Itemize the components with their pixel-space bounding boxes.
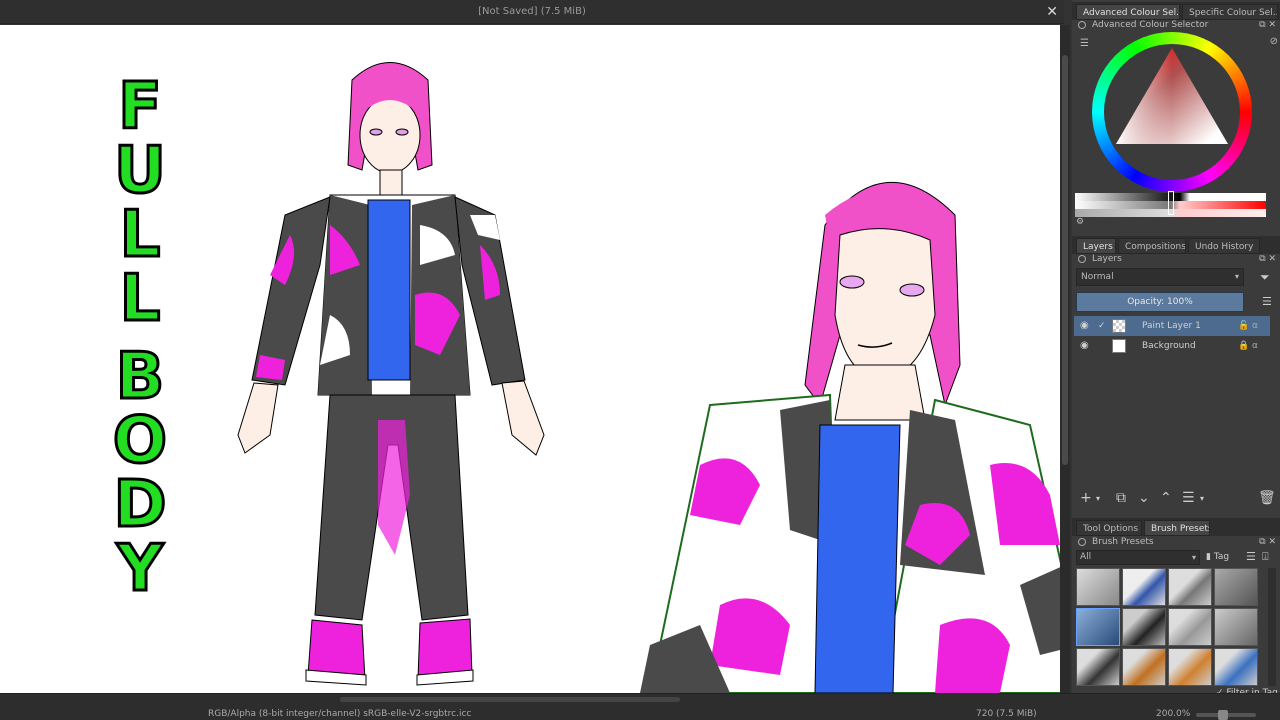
visibility-eye-icon[interactable]: ◉ bbox=[1080, 336, 1089, 356]
lock-icon[interactable]: 🔒 bbox=[1238, 336, 1249, 356]
checkmark-icon[interactable]: ✓ bbox=[1098, 316, 1106, 336]
tag-icon: ▮ bbox=[1206, 552, 1211, 562]
color-profile-info[interactable]: RGB/Alpha (8-bit integer/channel) sRGB-e… bbox=[208, 709, 471, 719]
layer-properties-icon[interactable]: ☰ bbox=[1182, 490, 1195, 506]
brush-preset-chalk[interactable] bbox=[1168, 648, 1212, 686]
colour-menu-icon[interactable]: ☰ bbox=[1080, 38, 1089, 49]
filter-icon[interactable]: ⏷ bbox=[1260, 270, 1270, 285]
character-artwork bbox=[237, 62, 1060, 693]
opacity-slider[interactable]: Opacity: 100% bbox=[1076, 292, 1244, 312]
blend-mode-value: Normal bbox=[1081, 272, 1114, 282]
brush-panel-header: Brush Presets ⧉ ✕ bbox=[1072, 535, 1280, 549]
brush-preset-marker[interactable] bbox=[1122, 568, 1166, 606]
tab-brush-presets[interactable]: Brush Presets bbox=[1144, 520, 1210, 536]
layer-name[interactable]: Background bbox=[1142, 336, 1196, 356]
brush-preset-fineliner[interactable] bbox=[1076, 648, 1120, 686]
move-up-icon[interactable]: ⌃ bbox=[1160, 490, 1172, 506]
layers-panel-header: Layers ⧉ ✕ bbox=[1072, 252, 1280, 266]
layer-thumbnail bbox=[1112, 319, 1126, 333]
panel-float-close-icons[interactable]: ⧉ ✕ bbox=[1259, 252, 1276, 266]
import-brush-icon[interactable]: ⍗ bbox=[1262, 550, 1269, 564]
brush-filter-value: All bbox=[1080, 552, 1092, 562]
document-title-bar: [Not Saved] (7.5 MiB) ✕ bbox=[0, 0, 1064, 24]
chevron-down-icon[interactable]: ▾ bbox=[1200, 494, 1204, 503]
brush-preset-pencil[interactable] bbox=[1168, 608, 1212, 646]
drawing-canvas[interactable]: F U L L B O D Y bbox=[0, 25, 1060, 693]
chevron-down-icon[interactable]: ▾ bbox=[1096, 494, 1100, 503]
document-title: [Not Saved] (7.5 MiB) bbox=[478, 6, 586, 17]
layer-row-paint-layer-1[interactable]: ◉ ✓ Paint Layer 1 🔓 α bbox=[1074, 316, 1270, 336]
panel-settings-icon[interactable] bbox=[1078, 538, 1086, 546]
tool-brush-tabbar: Tool Options Brush Presets bbox=[1072, 518, 1280, 536]
zoom-level[interactable]: 200.0% bbox=[1156, 709, 1190, 719]
status-bar: RGB/Alpha (8-bit integer/channel) sRGB-e… bbox=[0, 693, 1280, 720]
close-document-icon[interactable]: ✕ bbox=[1046, 0, 1058, 24]
brush-preset-eraser[interactable] bbox=[1076, 568, 1120, 606]
layer-row-background[interactable]: ◉ Background 🔒 α bbox=[1074, 336, 1270, 356]
zoom-slider[interactable] bbox=[1196, 710, 1256, 720]
closeup-figure bbox=[640, 182, 1060, 693]
canvas-horizontal-scrollbar[interactable] bbox=[340, 697, 680, 702]
brush-preset-blue-pen[interactable] bbox=[1214, 648, 1258, 686]
panel-float-close-icons[interactable]: ⧉ ✕ bbox=[1259, 18, 1276, 32]
right-dock: Advanced Colour Sel... Specific Colour S… bbox=[1072, 0, 1280, 698]
tab-tool-options[interactable]: Tool Options bbox=[1076, 520, 1142, 536]
chevron-down-icon: ▾ bbox=[1234, 272, 1239, 281]
delete-layer-icon[interactable]: 🗑 bbox=[1258, 490, 1276, 506]
duplicate-layer-icon[interactable]: ⧉ bbox=[1116, 490, 1126, 506]
panel-settings-icon[interactable] bbox=[1078, 21, 1086, 29]
brush-panel-title: Brush Presets bbox=[1092, 537, 1154, 547]
layer-thumbnail bbox=[1112, 339, 1126, 353]
zoom-slider-knob[interactable] bbox=[1218, 710, 1228, 720]
image-size-info: 720 (7.5 MiB) bbox=[976, 709, 1037, 719]
krita-window: [Not Saved] (7.5 MiB) ✕ F U L L B O D Y bbox=[0, 0, 1280, 720]
view-menu-icon[interactable]: ☰ bbox=[1246, 550, 1256, 563]
brush-filter-select[interactable]: All ▾ bbox=[1076, 550, 1200, 565]
full-body-figure bbox=[237, 62, 545, 686]
brush-preset-crayon[interactable] bbox=[1122, 648, 1166, 686]
add-layer-icon[interactable]: + bbox=[1080, 490, 1092, 506]
canvas-vertical-scrollbar[interactable] bbox=[1060, 25, 1070, 693]
alpha-lock-icon[interactable]: α bbox=[1252, 336, 1258, 356]
colour-marker[interactable] bbox=[1168, 191, 1174, 215]
layer-toolbar: + ▾ ⧉ ⌄ ⌃ ☰ ▾ 🗑 bbox=[1076, 490, 1276, 510]
brush-scrollbar[interactable] bbox=[1268, 568, 1276, 686]
move-down-icon[interactable]: ⌄ bbox=[1138, 490, 1150, 506]
panel-settings-icon[interactable] bbox=[1078, 255, 1086, 263]
panel-float-close-icons[interactable]: ⧉ ✕ bbox=[1259, 535, 1276, 549]
colour-panel-header: Advanced Colour Selector ⧉ ✕ bbox=[1072, 18, 1280, 32]
visibility-eye-icon[interactable]: ◉ bbox=[1080, 316, 1089, 336]
colour-wheel[interactable] bbox=[1092, 32, 1252, 192]
tag-button[interactable]: ▮ Tag bbox=[1206, 550, 1229, 565]
brush-preset-ink[interactable] bbox=[1122, 608, 1166, 646]
scrollbar-thumb[interactable] bbox=[1062, 55, 1068, 465]
lock-icon[interactable]: 🔓 bbox=[1238, 316, 1249, 336]
brush-preset-grid bbox=[1076, 568, 1260, 688]
tag-label: Tag bbox=[1213, 552, 1230, 562]
layer-menu-icon[interactable]: ☰ bbox=[1262, 295, 1272, 308]
colour-panel-title: Advanced Colour Selector bbox=[1092, 20, 1209, 30]
blend-mode-select[interactable]: Normal ▾ bbox=[1076, 268, 1244, 286]
alpha-lock-icon[interactable]: α bbox=[1252, 316, 1258, 336]
brush-preset-watercolor[interactable] bbox=[1076, 608, 1120, 646]
chevron-down-icon: ▾ bbox=[1191, 553, 1196, 562]
brush-preset-blender[interactable] bbox=[1168, 568, 1212, 606]
colour-options-icon[interactable]: ⚙ bbox=[1076, 217, 1084, 227]
reset-icon[interactable]: ⊘ bbox=[1270, 36, 1278, 47]
brush-preset-airbrush[interactable] bbox=[1214, 608, 1258, 646]
layers-panel-title: Layers bbox=[1092, 254, 1122, 264]
brush-preset-pen[interactable] bbox=[1214, 568, 1258, 606]
layer-name[interactable]: Paint Layer 1 bbox=[1142, 316, 1201, 336]
